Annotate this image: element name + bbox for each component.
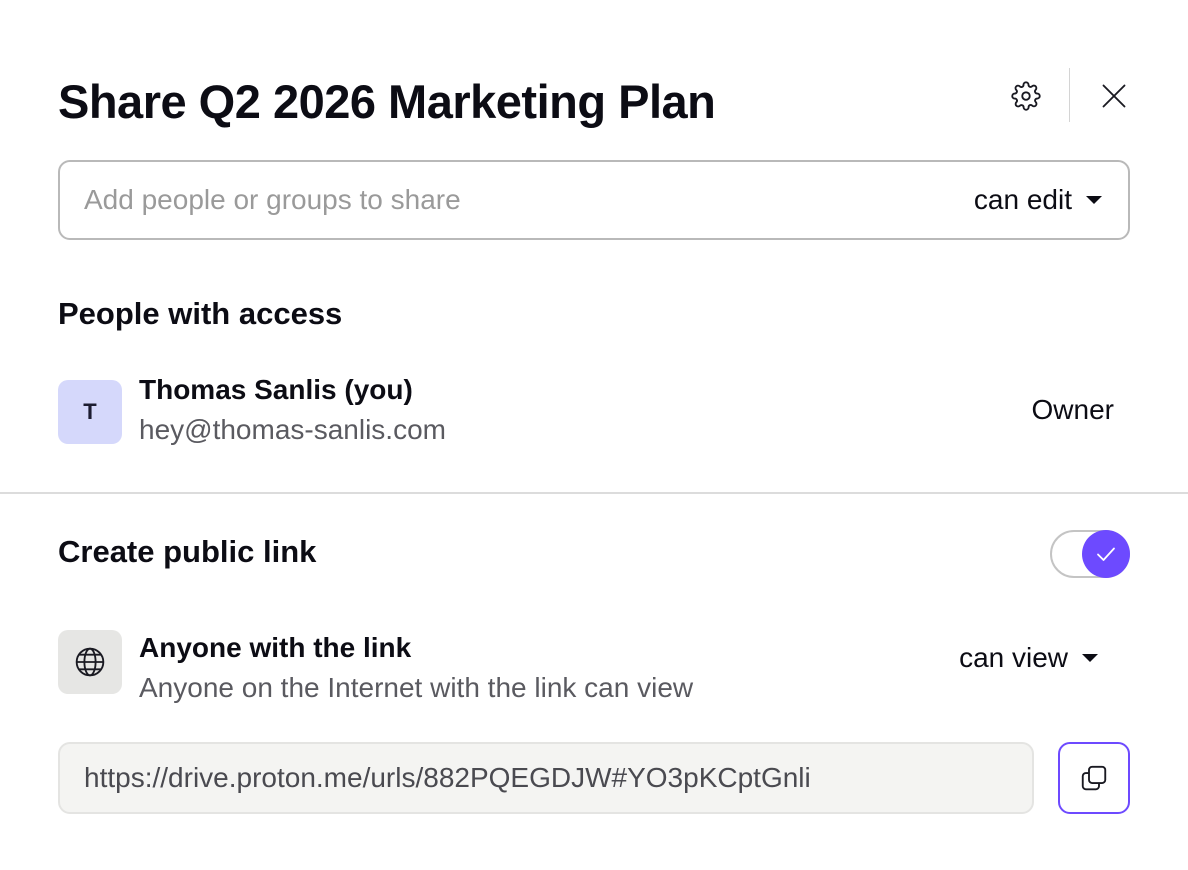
link-permission-dropdown[interactable]: can view (959, 640, 1098, 676)
avatar: T (58, 380, 122, 444)
people-with-access-heading: People with access (58, 296, 343, 331)
header-divider (1069, 68, 1070, 122)
globe-icon (75, 647, 105, 677)
dialog-title: Share Q2 2026 Marketing Plan (58, 75, 716, 128)
add-people-input[interactable] (84, 180, 884, 220)
public-link-url-field (58, 742, 1034, 814)
copy-link-button[interactable] (1058, 742, 1130, 814)
share-input-container: can edit (58, 160, 1130, 240)
public-link-url-input[interactable] (84, 758, 1004, 798)
check-icon (1097, 547, 1115, 561)
member-email: hey@thomas-sanlis.com (139, 414, 446, 445)
chevron-down-icon (1082, 654, 1098, 662)
section-divider (0, 492, 1188, 494)
close-icon (1102, 84, 1126, 108)
share-permission-dropdown[interactable]: can edit (974, 182, 1102, 218)
link-audience-description: Anyone on the Internet with the link can… (139, 672, 694, 703)
settings-button[interactable] (1004, 74, 1048, 118)
gear-icon (1011, 81, 1041, 111)
share-dialog: Share Q2 2026 Marketing Plan can edit Pe… (0, 0, 1188, 870)
chevron-down-icon (1086, 196, 1102, 204)
public-link-toggle[interactable] (1050, 530, 1130, 578)
close-button[interactable] (1092, 74, 1136, 118)
link-audience-title: Anyone with the link (139, 632, 412, 663)
create-public-link-heading: Create public link (58, 534, 317, 569)
member-role: Owner (1031, 394, 1114, 425)
copy-icon (1081, 765, 1107, 791)
share-permission-label: can edit (973, 184, 1072, 215)
member-name: Thomas Sanlis (you) (139, 374, 413, 405)
toggle-knob (1082, 530, 1130, 578)
link-permission-label: can view (959, 642, 1068, 673)
globe-icon-container (58, 630, 122, 694)
